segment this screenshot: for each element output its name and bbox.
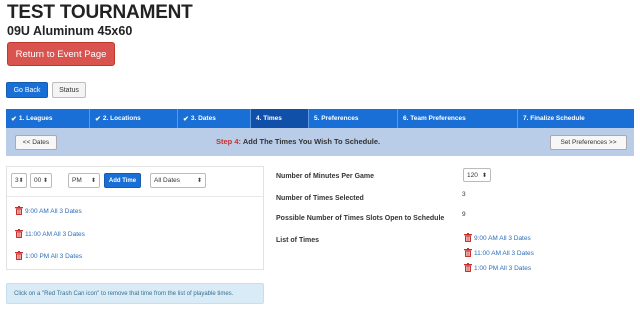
trash-icon[interactable]	[464, 263, 472, 272]
trash-icon[interactable]	[464, 233, 472, 242]
step-label: 6. Team Preferences	[403, 115, 466, 122]
time-item-link[interactable]: 11:00 AM All 3 Dates	[25, 231, 85, 238]
status-button[interactable]: Status	[52, 82, 86, 98]
return-to-event-button[interactable]: Return to Event Page	[7, 42, 115, 66]
summary-time-item: 11:00 AM All 3 Dates	[464, 248, 534, 257]
step-instruction: Step 4: Add The Times You Wish To Schedu…	[216, 137, 380, 146]
list-of-times-label: List of Times	[276, 237, 320, 244]
chevron-down-icon: ⬍	[42, 178, 48, 184]
ampm-select[interactable]: PM ⬍	[68, 173, 100, 188]
possible-slots-label: Possible Number of Times Slots Open to S…	[276, 215, 445, 222]
dates-value: All Dates	[154, 177, 181, 184]
step-leagues[interactable]: ✔ 1. Leagues	[6, 109, 90, 128]
trash-icon[interactable]	[15, 251, 23, 260]
set-preferences-button[interactable]: Set Preferences >>	[550, 135, 627, 150]
page-subtitle: 09U Aluminum 45x60	[7, 24, 133, 38]
trash-icon[interactable]	[15, 229, 23, 238]
step-dates[interactable]: ✔ 3. Dates	[178, 109, 251, 128]
minute-select[interactable]: 00 ⬍	[30, 173, 52, 188]
time-item: 11:00 AM All 3 Dates	[15, 229, 85, 238]
step-finalize-schedule[interactable]: 7. Finalize Schedule	[518, 109, 634, 128]
minutes-per-game-label: Number of Minutes Per Game	[276, 173, 375, 180]
time-item: 1:00 PM All 3 Dates	[15, 251, 82, 260]
minute-value: 00	[34, 177, 42, 184]
trash-icon[interactable]	[464, 248, 472, 257]
page-title: TEST TOURNAMENT	[7, 2, 193, 23]
summary-time-link[interactable]: 11:00 AM All 3 Dates	[474, 250, 534, 257]
trash-icon[interactable]	[15, 206, 23, 215]
possible-slots-value: 9	[462, 211, 466, 218]
info-message: Click on a "Red Trash Can icon" to remov…	[6, 283, 264, 304]
minutes-value: 120	[467, 171, 478, 179]
step-description: Add The Times You Wish To Schedule.	[241, 137, 381, 146]
add-time-button[interactable]: Add Time	[104, 173, 141, 188]
go-back-button[interactable]: Go Back	[6, 82, 48, 98]
summary-time-link[interactable]: 9:00 AM All 3 Dates	[474, 235, 531, 242]
check-icon: ✔	[95, 115, 101, 123]
divider	[7, 196, 263, 197]
step-label: 5. Preferences	[314, 115, 359, 122]
step-label: 7. Finalize Schedule	[523, 115, 585, 122]
check-icon: ✔	[11, 115, 17, 123]
summary-time-item: 9:00 AM All 3 Dates	[464, 233, 531, 242]
check-icon: ✔	[183, 115, 189, 123]
previous-dates-button[interactable]: << Dates	[15, 135, 57, 150]
step-label: 4. Times	[256, 115, 282, 122]
step-times[interactable]: 4. Times	[251, 109, 309, 128]
time-item-link[interactable]: 9:00 AM All 3 Dates	[25, 208, 82, 215]
step-label: 2. Locations	[102, 115, 141, 122]
dates-select[interactable]: All Dates ⬍	[150, 173, 206, 188]
step-label: 1. Leagues	[18, 115, 53, 122]
times-selected-value: 3	[462, 191, 466, 198]
step-team-preferences[interactable]: 6. Team Preferences	[398, 109, 518, 128]
ampm-value: PM	[72, 177, 82, 184]
time-item-link[interactable]: 1:00 PM All 3 Dates	[25, 253, 82, 260]
step-preferences[interactable]: 5. Preferences	[309, 109, 398, 128]
chevron-down-icon: ⬍	[90, 178, 96, 184]
chevron-down-icon: ⬍	[18, 178, 24, 184]
times-selected-label: Number of Times Selected	[276, 195, 364, 202]
chevron-down-icon: ⬍	[481, 172, 487, 179]
summary-time-link[interactable]: 1:00 PM All 3 Dates	[474, 265, 531, 272]
time-picker-panel: 3 ⬍ 00 ⬍ PM ⬍ Add Time All Dates ⬍ 9:00 AM A…	[6, 166, 264, 270]
summary-time-item: 1:00 PM All 3 Dates	[464, 263, 531, 272]
step-locations[interactable]: ✔ 2. Locations	[90, 109, 178, 128]
hour-select[interactable]: 3 ⬍	[11, 173, 27, 188]
chevron-down-icon: ⬍	[196, 178, 202, 184]
step-label: 3. Dates	[190, 115, 216, 122]
wizard-steps: ✔ 1. Leagues ✔ 2. Locations ✔ 3. Dates 4. T…	[6, 109, 634, 128]
step-number: Step 4:	[216, 137, 242, 146]
time-item: 9:00 AM All 3 Dates	[15, 206, 82, 215]
step-instruction-bar: << Dates Step 4: Add The Times You Wish …	[6, 128, 634, 156]
minutes-per-game-select[interactable]: 120 ⬍	[463, 168, 491, 182]
